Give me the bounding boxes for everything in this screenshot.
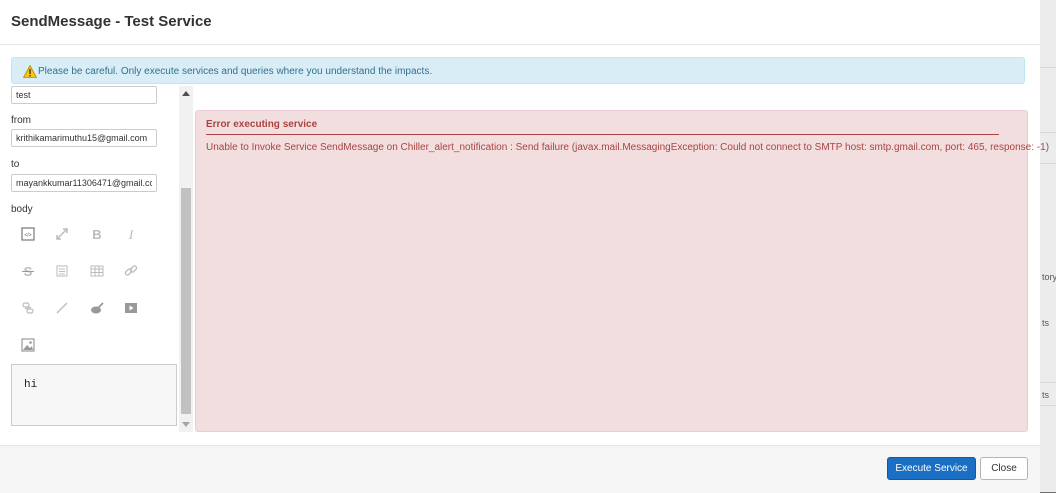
error-divider [206,134,999,135]
fullscreen-icon[interactable] [54,226,70,242]
italic-icon[interactable]: I [123,226,139,242]
error-panel: Error executing service Unable to Invoke… [195,110,1049,432]
media-icon[interactable] [123,300,139,316]
image-icon[interactable] [20,337,36,353]
background-page: tory ts ts [1040,0,1056,492]
background-text: ts [1042,318,1050,328]
scroll-up-arrow-icon[interactable] [182,91,190,96]
background-text: tory [1042,272,1056,282]
modal-header: SendMessage - Test Service [0,0,1040,45]
warning-icon [23,65,37,78]
link-icon[interactable] [123,263,139,279]
body-textarea[interactable]: hi [11,364,177,426]
test-service-modal: SendMessage - Test Service Please be car… [0,0,1049,493]
to-input[interactable] [11,174,157,192]
scroll-down-arrow-icon[interactable] [182,422,190,427]
error-message: Unable to Invoke Service SendMessage on … [206,142,1050,153]
info-alert: Please be careful. Only execute services… [11,57,1025,84]
error-title: Error executing service [206,119,318,130]
from-label: from [11,115,31,126]
background-text: ts [1042,390,1050,400]
modal-footer: Execute Service Close [0,445,1040,493]
top-field-input[interactable] [11,86,157,104]
horizontal-rule-icon[interactable] [54,300,70,316]
alert-message: Please be careful. Only execute services… [38,66,433,77]
body-label: body [11,204,33,215]
scrollbar-thumb[interactable] [181,188,191,414]
unlink-icon[interactable] [20,300,36,316]
svg-text:B: B [92,227,101,242]
close-button[interactable]: Close [980,457,1028,480]
html-source-icon[interactable]: </> [20,226,36,242]
bold-icon[interactable]: B [89,226,105,242]
to-label: to [11,159,20,170]
list-icon[interactable] [54,263,70,279]
panel-scrollbar[interactable] [179,86,193,432]
svg-text:</>: </> [24,233,31,239]
execute-service-button[interactable]: Execute Service [887,457,976,480]
paint-brush-icon[interactable] [89,300,105,316]
from-input[interactable] [11,129,157,147]
strikethrough-icon[interactable]: S [20,263,36,279]
svg-text:I: I [128,227,134,242]
parameters-panel: from to body </> B I S [11,86,193,432]
table-icon[interactable] [89,263,105,279]
modal-title: SendMessage - Test Service [11,13,212,30]
